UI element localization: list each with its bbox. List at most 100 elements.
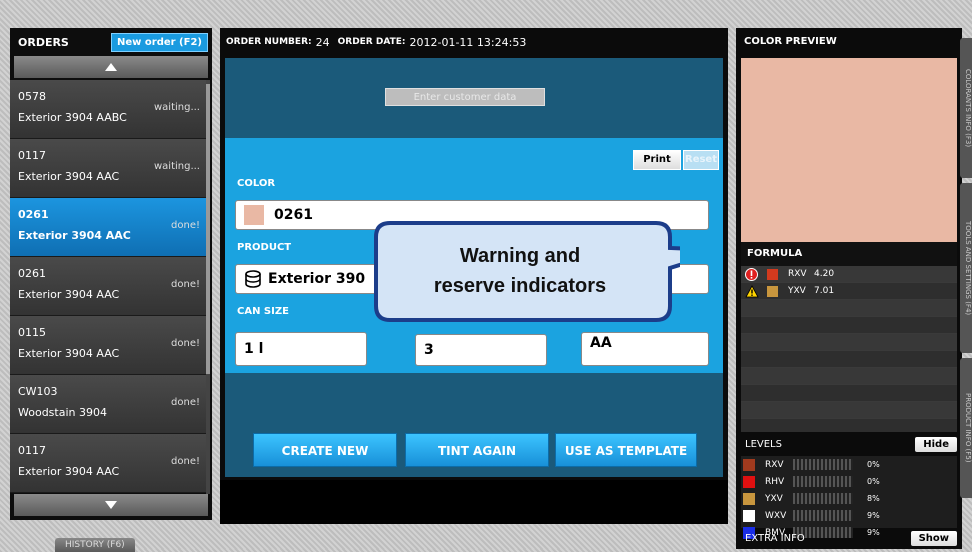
colorant-code: WXV bbox=[765, 510, 787, 521]
color-preview-title: COLOR PREVIEW bbox=[744, 35, 837, 47]
formula-panel: FORMULA RXV 4.20 YXV 7.01 bbox=[741, 242, 957, 432]
colorant-code: RXV bbox=[765, 459, 784, 470]
product-label: PRODUCT bbox=[237, 242, 292, 253]
status-bar bbox=[220, 480, 728, 524]
warning-icon bbox=[745, 285, 759, 298]
order-number-label: ORDER NUMBER: bbox=[226, 37, 312, 47]
scrollbar-thumb[interactable] bbox=[206, 84, 210, 374]
customer-area: Enter customer data bbox=[225, 58, 723, 138]
levels-list: RXV 0% RHV 0% YXV 8% WXV 9% BMV 9% bbox=[741, 456, 957, 539]
level-row: YXV 8% bbox=[741, 490, 957, 507]
callout-bubble: Warning and reserve indicators bbox=[374, 221, 680, 322]
preview-panel: COLOR PREVIEW FORMULA RXV 4.20 YXV 7.01 LEV… bbox=[736, 28, 972, 549]
colorant-code: YXV bbox=[788, 286, 806, 296]
order-status: done! bbox=[171, 338, 200, 349]
order-status: done! bbox=[171, 397, 200, 408]
list-item[interactable]: 0261 Exterior 3904 AAC done! bbox=[10, 198, 206, 257]
level-bar bbox=[793, 459, 853, 470]
list-item[interactable]: 0115 Exterior 3904 AAC done! bbox=[10, 316, 206, 375]
show-extra-info-button[interactable]: Show bbox=[910, 531, 957, 546]
enter-customer-data-button[interactable]: Enter customer data bbox=[385, 88, 545, 106]
colorant-amount: 4.20 bbox=[814, 269, 835, 279]
order-date-value: 2012-01-11 13:24:53 bbox=[409, 35, 527, 49]
colorant-code: RXV bbox=[788, 269, 807, 279]
formula-row bbox=[741, 402, 957, 419]
order-list-scrollbar[interactable] bbox=[206, 80, 210, 494]
list-item[interactable]: 0261 Exterior 3904 AAC done! bbox=[10, 257, 206, 316]
colorant-swatch bbox=[743, 509, 755, 522]
order-status: done! bbox=[171, 220, 200, 231]
action-area: CREATE NEW TINT AGAIN USE AS TEMPLATE bbox=[225, 373, 723, 477]
reset-button[interactable]: Reset bbox=[683, 150, 719, 170]
level-bar bbox=[793, 493, 853, 504]
colorant-swatch bbox=[767, 268, 778, 280]
orders-header: ORDERS New order (F2) bbox=[10, 28, 212, 56]
tab-product-info[interactable]: PRODUCT INFO (F5) bbox=[960, 358, 972, 498]
tab-colorants-info[interactable]: COLORANTS INFO (F3) bbox=[960, 38, 972, 178]
color-value: 0261 bbox=[274, 207, 313, 223]
use-as-template-button[interactable]: USE AS TEMPLATE bbox=[555, 433, 697, 467]
quantity-field[interactable]: 3 bbox=[415, 334, 547, 366]
level-percent: 0% bbox=[867, 460, 880, 469]
level-row: RXV 0% bbox=[741, 456, 957, 473]
list-item[interactable]: 0117 Exterior 3904 AAC done! bbox=[10, 434, 206, 493]
color-preview bbox=[741, 58, 957, 242]
level-bar bbox=[793, 476, 853, 487]
arrow-up-icon bbox=[105, 63, 117, 71]
arrow-down-icon bbox=[105, 501, 117, 509]
can-size-field[interactable]: 1 l bbox=[235, 332, 367, 366]
callout-line2: reserve indicators bbox=[434, 275, 606, 297]
levels-title: LEVELS bbox=[745, 438, 782, 450]
order-date-label: ORDER DATE: bbox=[337, 37, 406, 47]
order-status: done! bbox=[171, 279, 200, 290]
extra-info-header: EXTRA INFO Show bbox=[741, 528, 957, 549]
error-icon bbox=[745, 268, 759, 281]
colorant-code: RHV bbox=[765, 476, 785, 487]
new-order-button[interactable]: New order (F2) bbox=[111, 32, 208, 52]
scroll-up-button[interactable] bbox=[14, 56, 208, 78]
level-percent: 9% bbox=[867, 511, 880, 520]
order-number-value: 24 bbox=[315, 35, 330, 49]
order-status: done! bbox=[171, 456, 200, 467]
formula-title: FORMULA bbox=[741, 242, 957, 266]
order-status: waiting... bbox=[153, 102, 200, 113]
level-bar bbox=[793, 510, 853, 521]
level-row: WXV 9% bbox=[741, 507, 957, 524]
product-value: Exterior 390 bbox=[268, 271, 366, 287]
order-header: ORDER NUMBER: 24 ORDER DATE: 2012-01-11 … bbox=[220, 28, 728, 56]
order-list: 0578 Exterior 3904 AABC waiting... 0117 Exte… bbox=[10, 80, 206, 494]
color-swatch bbox=[244, 205, 264, 225]
hide-levels-button[interactable]: Hide bbox=[915, 436, 957, 452]
formula-row: RXV 4.20 bbox=[741, 266, 957, 283]
formula-row: YXV 7.01 bbox=[741, 283, 957, 300]
formula-row bbox=[741, 351, 957, 368]
color-label: COLOR bbox=[237, 178, 276, 189]
list-item[interactable]: 0578 Exterior 3904 AABC waiting... bbox=[10, 80, 206, 139]
create-new-button[interactable]: CREATE NEW bbox=[253, 433, 397, 467]
tint-again-button[interactable]: TINT AGAIN bbox=[405, 433, 549, 467]
formula-row bbox=[741, 300, 957, 317]
colorant-swatch bbox=[743, 492, 755, 505]
can-size-label: CAN SIZE bbox=[237, 306, 289, 317]
level-percent: 0% bbox=[867, 477, 880, 486]
list-item[interactable]: CW103 Woodstain 3904 done! bbox=[10, 375, 206, 434]
formula-row bbox=[741, 368, 957, 385]
formula-row bbox=[741, 317, 957, 334]
formula-rows: RXV 4.20 YXV 7.01 bbox=[741, 266, 957, 419]
order-status: waiting... bbox=[153, 161, 200, 172]
callout-line1: Warning and bbox=[460, 245, 580, 267]
base-field[interactable]: AA bbox=[581, 332, 709, 366]
list-item[interactable]: 0117 Exterior 3904 AAC waiting... bbox=[10, 139, 206, 198]
colorant-swatch bbox=[743, 458, 755, 471]
scroll-down-button[interactable] bbox=[14, 494, 208, 516]
colorant-swatch bbox=[743, 475, 755, 488]
print-button[interactable]: Print bbox=[633, 150, 681, 170]
formula-row bbox=[741, 385, 957, 402]
level-row: RHV 0% bbox=[741, 473, 957, 490]
can-icon bbox=[245, 270, 261, 288]
colorant-swatch bbox=[767, 285, 778, 297]
tab-tools-settings[interactable]: TOOLS AND SETTINGS (F4) bbox=[960, 183, 972, 353]
colorant-code: YXV bbox=[765, 493, 783, 504]
colorant-amount: 7.01 bbox=[814, 286, 835, 296]
history-tab[interactable]: HISTORY (F6) bbox=[55, 538, 135, 552]
